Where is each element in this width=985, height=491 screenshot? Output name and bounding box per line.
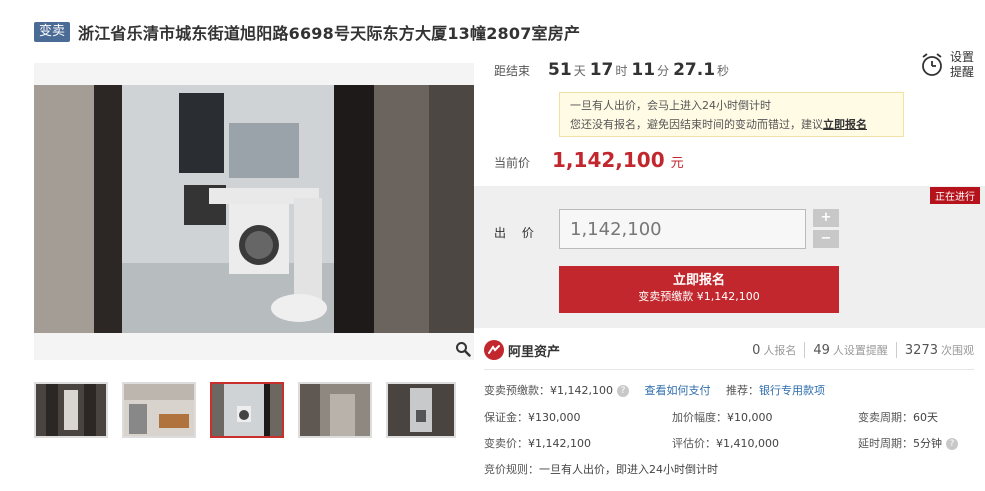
delay-period-value: 5分钟	[913, 437, 942, 450]
thumbnail-strip	[34, 382, 456, 438]
countdown-hours-unit: 时	[615, 64, 628, 78]
reminder-count: 49	[813, 342, 830, 358]
notice-signup-link[interactable]: 立即报名	[823, 118, 867, 131]
bid-label: 出 价	[494, 226, 540, 240]
decrease-bid-button[interactable]: −	[813, 230, 839, 248]
sale-price-label: 变卖价：	[484, 437, 528, 450]
recommend-label: 推荐：	[725, 384, 759, 397]
bid-increment-label: 加价幅度：	[672, 411, 727, 424]
notice-line1: 一旦有人出价，会马上进入24小时倒计时	[570, 99, 771, 112]
countdown-seconds-unit: 秒	[717, 64, 730, 78]
increase-bid-button[interactable]: +	[813, 209, 839, 227]
reminder-label-line1: 设置	[950, 50, 975, 64]
bank-payment-link[interactable]: 银行专用款项	[759, 384, 825, 397]
appraisal-price: 评估价：¥1,410,000	[672, 435, 779, 451]
sale-period: 变卖周期：60天	[858, 409, 938, 425]
how-to-pay-link[interactable]: 查看如何支付	[644, 384, 710, 397]
thumbnail-3-selected[interactable]	[210, 382, 284, 438]
signup-button[interactable]: 立即报名 变卖预缴款 ¥1,142,100	[559, 266, 839, 313]
ali-assets-logo: 阿里资产	[484, 340, 560, 360]
appraisal-price-value: ¥1,410,000	[716, 437, 779, 450]
stats-bar: 阿里资产 0 人报名 49 人设置提醒 3273 次围观	[484, 340, 974, 360]
notice-line2: 您还没有报名，避免因结束时间的变动而错过，建议立即报名	[570, 115, 893, 134]
thumbnail-1[interactable]	[34, 382, 108, 438]
page-title: 浙江省乐清市城东街道旭阳路6698号天际东方大厦13幢2807室房产	[78, 24, 581, 43]
deposit-label: 变卖预缴款：	[484, 384, 550, 397]
countdown-minutes: 11	[631, 60, 656, 80]
deposit-value: ¥1,142,100	[550, 384, 613, 397]
bid-increment: 加价幅度：¥10,000	[672, 409, 773, 425]
security-deposit-value: ¥130,000	[528, 411, 581, 424]
reminder-label-line2: 提醒	[950, 65, 975, 79]
stat-divider	[804, 342, 806, 358]
thumbnail-2[interactable]	[122, 382, 196, 438]
status-badge: 正在进行	[930, 187, 980, 204]
ali-assets-logo-icon	[484, 340, 504, 360]
countdown: 距结束 51 天 17 时 11 分 27.1 秒	[494, 60, 729, 80]
help-icon[interactable]: ?	[946, 438, 958, 450]
sale-period-label: 变卖周期：	[858, 411, 913, 424]
zoom-icon[interactable]	[455, 341, 471, 357]
delay-period: 延时周期：5分钟?	[858, 435, 958, 451]
delay-period-label: 延时周期：	[858, 437, 913, 450]
sale-type-tag: 变卖	[34, 22, 71, 42]
ali-assets-brand: 阿里资产	[508, 344, 561, 360]
bidding-rules-value: 一旦有人出价，即进入24小时倒计时	[539, 463, 718, 476]
set-reminder-button[interactable]: 设置 提醒	[920, 50, 974, 80]
appraisal-price-label: 评估价：	[672, 437, 716, 450]
sale-period-value: 60天	[913, 411, 938, 424]
alarm-clock-icon	[922, 53, 942, 76]
bid-notice: 一旦有人出价，会马上进入24小时倒计时 您还没有报名，避免因结束时间的变动而错过…	[559, 92, 904, 137]
thumbnail-5[interactable]	[386, 382, 456, 438]
main-photo[interactable]	[34, 63, 474, 360]
security-deposit-label: 保证金：	[484, 411, 528, 424]
divider	[484, 369, 974, 370]
bid-increment-value: ¥10,000	[727, 411, 773, 424]
countdown-days-unit: 天	[573, 64, 586, 78]
signup-button-deposit: 变卖预缴款 ¥1,142,100	[638, 290, 760, 303]
signup-count-label: 人报名	[763, 344, 797, 357]
thumbnail-4[interactable]	[298, 382, 372, 438]
stat-counters: 0 人报名 49 人设置提醒 3273 次围观	[752, 342, 974, 358]
bid-amount-input[interactable]: 1,142,100	[559, 209, 806, 249]
stat-divider	[895, 342, 897, 358]
current-price-unit: 元	[670, 156, 684, 171]
reminder-count-label: 人设置提醒	[832, 344, 888, 357]
bathroom-photo	[34, 63, 474, 360]
bidding-rules: 竞价规则：一旦有人出价，即进入24小时倒计时	[484, 461, 718, 477]
view-count: 3273	[904, 342, 938, 358]
title-row: 变卖 浙江省乐清市城东街道旭阳路6698号天际东方大厦13幢2807室房产	[34, 20, 580, 44]
reminder-label: 设置 提醒	[950, 50, 974, 80]
sale-price: 变卖价：¥1,142,100	[484, 435, 591, 451]
signup-count: 0	[752, 342, 761, 358]
current-price-value: 1,142,100	[552, 148, 665, 172]
security-deposit: 保证金：¥130,000	[484, 409, 581, 425]
current-price-row: 当前价 1,142,100 元	[494, 148, 684, 172]
view-count-label: 次围观	[941, 344, 974, 357]
countdown-seconds: 27.1	[673, 60, 716, 80]
deposit-row: 变卖预缴款：¥1,142,100? 查看如何支付 推荐：银行专用款项	[484, 382, 825, 398]
countdown-minutes-unit: 分	[657, 64, 670, 78]
countdown-days: 51	[548, 60, 572, 80]
bid-panel: 正在进行 出 价 1,142,100 + − 立即报名 变卖预缴款 ¥1,142…	[474, 186, 985, 328]
bidding-rules-label: 竞价规则：	[484, 463, 539, 476]
countdown-hours: 17	[589, 60, 614, 80]
help-icon[interactable]: ?	[616, 385, 629, 397]
current-price-label: 当前价	[494, 156, 531, 170]
sale-price-value: ¥1,142,100	[528, 437, 591, 450]
notice-line2-text: 您还没有报名，避免因结束时间的变动而错过，建议	[570, 118, 823, 131]
signup-button-label: 立即报名	[672, 273, 725, 288]
countdown-label: 距结束	[494, 64, 531, 78]
